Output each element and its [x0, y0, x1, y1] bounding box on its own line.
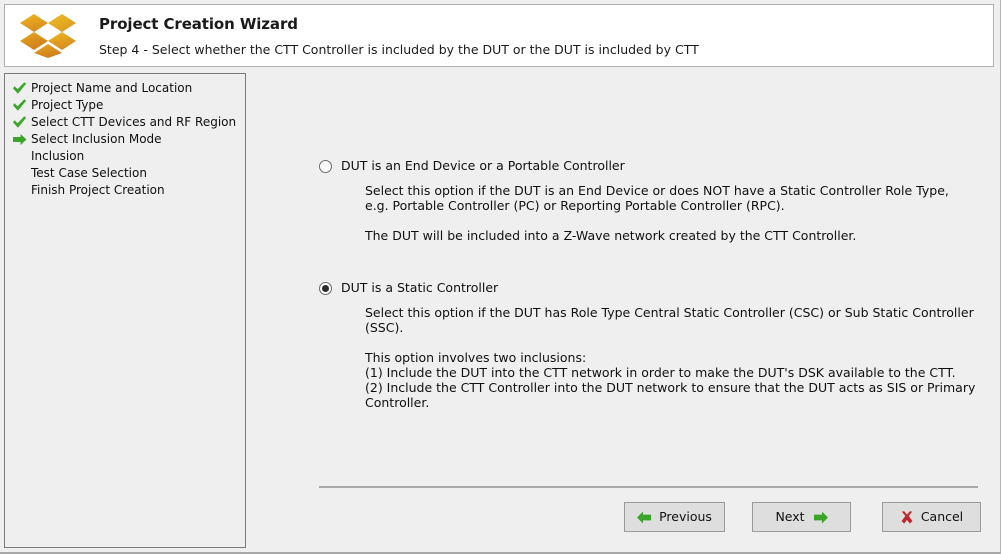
option-end-device-group[interactable]: DUT is an End Device or a Portable Contr…	[319, 158, 949, 243]
step-no-icon	[11, 166, 28, 182]
sidebar-step-label: Select Inclusion Mode	[31, 132, 162, 146]
cancel-button[interactable]: Cancel	[882, 502, 981, 532]
sidebar-step-label: Select CTT Devices and RF Region	[31, 115, 237, 129]
previous-button-label: Previous	[659, 508, 712, 524]
wizard-window: Project Creation Wizard Step 4 - Select …	[0, 0, 1001, 554]
option-static-controller-label[interactable]: DUT is a Static Controller	[341, 280, 498, 296]
next-button-label: Next	[775, 508, 805, 524]
option-paragraph: Select this option if the DUT has Role T…	[365, 305, 974, 335]
check-icon	[11, 115, 28, 131]
option-static-controller-group[interactable]: DUT is a Static Controller Select this o…	[319, 280, 996, 410]
wizard-steps-sidebar: Project Name and Location Project Type Sel…	[4, 73, 246, 548]
page-subtitle: Step 4 - Select whether the CTT Controll…	[99, 41, 699, 57]
wizard-header: Project Creation Wizard Step 4 - Select …	[4, 4, 994, 67]
sidebar-step-label: Project Type	[31, 98, 104, 112]
arrow-left-icon	[637, 511, 652, 524]
wizard-main-panel: DUT is an End Device or a Portable Contr…	[247, 73, 996, 546]
check-icon	[11, 81, 28, 97]
sidebar-step-3[interactable]: Select Inclusion Mode	[5, 131, 245, 148]
dropbox-style-diamond-logo-icon	[20, 13, 76, 58]
page-title: Project Creation Wizard	[99, 14, 298, 33]
step-no-icon	[11, 183, 28, 199]
cancel-button-label: Cancel	[920, 508, 964, 524]
arrow-right-icon	[11, 132, 28, 148]
check-icon	[11, 98, 28, 114]
sidebar-step-1[interactable]: Project Type	[5, 97, 245, 114]
sidebar-step-label: Finish Project Creation	[31, 183, 165, 197]
option-paragraph: The DUT will be included into a Z-Wave n…	[365, 228, 857, 243]
radio-static-controller[interactable]	[319, 282, 332, 295]
sidebar-step-label: Project Name and Location	[31, 81, 193, 95]
sidebar-step-label: Test Case Selection	[31, 166, 147, 180]
sidebar-step-4[interactable]: Inclusion	[5, 148, 245, 165]
wizard-button-bar: Previous Next Cancel	[247, 502, 996, 542]
option-static-controller-description: Select this option if the DUT has Role T…	[365, 305, 996, 410]
sidebar-step-label: Inclusion	[31, 149, 85, 163]
footer-divider	[319, 486, 978, 488]
sidebar-step-6[interactable]: Finish Project Creation	[5, 182, 245, 199]
header-text-block: Project Creation Wizard Step 4 - Select …	[91, 15, 993, 57]
previous-button[interactable]: Previous	[624, 502, 725, 532]
option-end-device-description: Select this option if the DUT is an End …	[365, 183, 949, 243]
sidebar-step-0[interactable]: Project Name and Location	[5, 80, 245, 97]
sidebar-step-2[interactable]: Select CTT Devices and RF Region	[5, 114, 245, 131]
radio-end-device[interactable]	[319, 160, 332, 173]
step-no-icon	[11, 149, 28, 165]
close-x-icon	[900, 510, 914, 524]
next-button[interactable]: Next	[752, 502, 851, 532]
option-paragraph: This option involves two inclusions: (1) …	[365, 350, 976, 410]
sidebar-step-5[interactable]: Test Case Selection	[5, 165, 245, 182]
app-logo	[5, 5, 91, 66]
option-end-device-label[interactable]: DUT is an End Device or a Portable Contr…	[341, 158, 625, 174]
option-paragraph: Select this option if the DUT is an End …	[365, 183, 949, 213]
arrow-right-icon	[813, 511, 828, 524]
